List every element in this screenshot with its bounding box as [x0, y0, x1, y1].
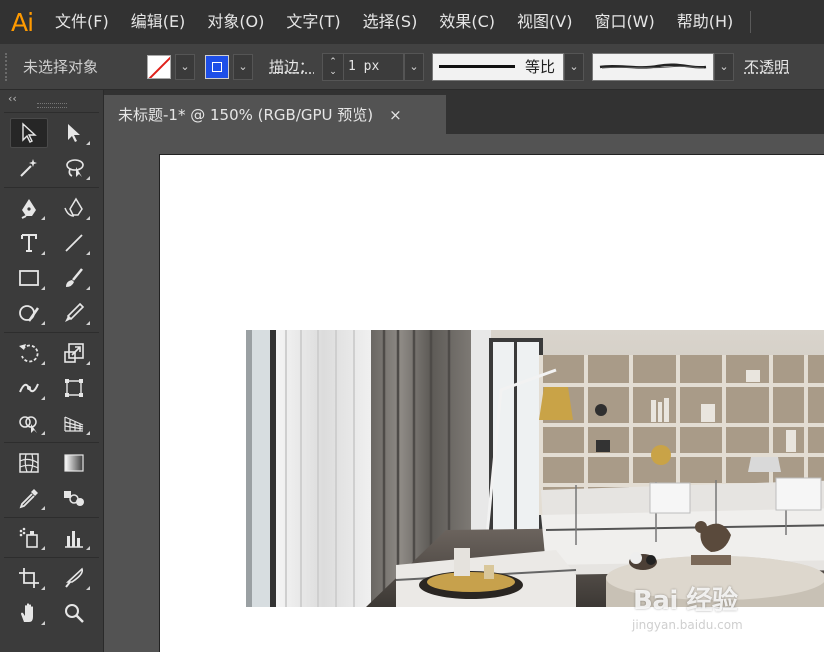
tools-panel: ‹‹	[0, 90, 104, 652]
symbol-sprayer-tool-icon[interactable]	[10, 523, 48, 553]
chevron-down-icon: ⌄	[569, 60, 579, 73]
control-bar-grip[interactable]	[5, 52, 13, 81]
selection-status: 未选择对象	[23, 58, 99, 76]
tool-divider	[4, 517, 99, 518]
menu-object[interactable]: 对象(O)	[196, 0, 275, 44]
tool-divider	[4, 332, 99, 333]
rectangle-tool-icon[interactable]	[10, 263, 48, 293]
shaper-tool-icon[interactable]	[10, 298, 48, 328]
menu-select[interactable]: 选择(S)	[352, 0, 429, 44]
hand-tool-icon[interactable]	[10, 598, 48, 628]
chevron-down-icon[interactable]: ⌄	[329, 67, 337, 77]
menu-view[interactable]: 视图(V)	[506, 0, 583, 44]
profile-preview-line	[439, 65, 516, 68]
chevron-down-icon: ⌄	[180, 60, 190, 73]
placed-living-room-image[interactable]	[246, 330, 824, 607]
baidu-watermark-logo: Bai 经验	[633, 586, 738, 616]
line-segment-tool-icon[interactable]	[55, 228, 93, 258]
collapse-panel-icon[interactable]: ‹‹	[8, 92, 17, 105]
profile-label: 等比	[525, 58, 556, 76]
shape-builder-tool-icon[interactable]	[10, 408, 48, 438]
tools-panel-header: ‹‹	[0, 90, 103, 110]
panel-grip[interactable]	[36, 103, 67, 108]
column-graph-tool-icon[interactable]	[55, 523, 93, 553]
selection-tool-icon[interactable]	[9, 117, 48, 148]
menu-divider	[750, 11, 752, 33]
tool-divider	[4, 442, 99, 443]
canvas-area[interactable]	[104, 134, 824, 652]
document-tab-bar: 未标题-1* @ 150% (RGB/GPU 预览) ×	[104, 90, 824, 134]
stroke-weight-dropdown[interactable]: ⌄	[404, 52, 425, 81]
magic-wand-tool-icon[interactable]	[10, 153, 48, 183]
chevron-down-icon: ⌄	[409, 60, 419, 73]
brush-stroke-preview	[599, 63, 707, 69]
slice-tool-icon[interactable]	[55, 563, 93, 593]
rotate-tool-icon[interactable]	[10, 338, 48, 368]
width-tool-icon[interactable]	[10, 373, 48, 403]
app-logo: Ai	[10, 7, 34, 37]
fill-dropdown-button[interactable]: ⌄	[175, 53, 195, 80]
scale-tool-icon[interactable]	[55, 338, 93, 368]
opacity-label[interactable]: 不透明	[744, 56, 789, 77]
chevron-down-icon: ⌄	[238, 60, 248, 73]
zoom-tool-icon[interactable]	[55, 598, 93, 628]
control-bar: 未选择对象 ⌄ ⌄ 描边： ⌃ ⌄ 1 px ⌄ 等比 ⌄ ⌄ 不透明	[0, 44, 824, 90]
tool-divider	[4, 187, 99, 188]
close-icon[interactable]: ×	[389, 106, 402, 124]
stroke-label[interactable]: 描边：	[269, 56, 314, 77]
eraser-tool-icon[interactable]	[55, 298, 93, 328]
document-tab-title[interactable]: 未标题-1* @ 150% (RGB/GPU 预览)	[118, 104, 373, 125]
chevron-up-icon[interactable]: ⌃	[329, 57, 337, 67]
fill-swatch[interactable]	[147, 54, 171, 79]
menu-edit[interactable]: 编辑(E)	[120, 0, 197, 44]
brush-definition[interactable]	[592, 52, 715, 81]
gradient-tool-icon[interactable]	[55, 448, 93, 478]
pen-tool-icon[interactable]	[10, 193, 48, 223]
tool-divider	[4, 557, 99, 558]
tab-document[interactable]: 未标题-1* @ 150% (RGB/GPU 预览) ×	[104, 95, 446, 134]
stroke-dropdown-button[interactable]: ⌄	[233, 53, 253, 80]
stroke-swatch[interactable]	[205, 54, 229, 79]
perspective-grid-tool-icon[interactable]	[55, 408, 93, 438]
eyedropper-tool-icon[interactable]	[10, 483, 48, 513]
paintbrush-tool-icon[interactable]	[55, 263, 93, 293]
menu-effect[interactable]: 效果(C)	[428, 0, 506, 44]
free-transform-tool-icon[interactable]	[55, 373, 93, 403]
menu-bar: Ai 文件(F) 编辑(E) 对象(O) 文字(T) 选择(S) 效果(C) 视…	[0, 0, 824, 44]
type-tool-icon[interactable]	[10, 228, 48, 258]
mesh-tool-icon[interactable]	[10, 448, 48, 478]
profile-dropdown[interactable]: ⌄	[564, 52, 585, 81]
curvature-tool-icon[interactable]	[55, 193, 93, 223]
baidu-watermark-url: jingyan.baidu.com	[632, 618, 743, 632]
brush-dropdown[interactable]: ⌄	[714, 52, 735, 81]
artboard-tool-icon[interactable]	[10, 563, 48, 593]
direct-selection-tool-icon[interactable]	[55, 118, 93, 148]
stroke-weight-stepper[interactable]: ⌃ ⌄	[322, 52, 345, 81]
variable-width-profile[interactable]: 等比	[432, 52, 565, 81]
stroke-weight-input[interactable]: 1 px	[344, 52, 405, 81]
menu-help[interactable]: 帮助(H)	[666, 0, 745, 44]
tool-divider	[4, 112, 99, 113]
lasso-tool-icon[interactable]	[55, 153, 93, 183]
menu-window[interactable]: 窗口(W)	[583, 0, 665, 44]
artboard[interactable]	[159, 154, 824, 652]
menu-file[interactable]: 文件(F)	[44, 0, 120, 44]
blend-tool-icon[interactable]	[55, 483, 93, 513]
chevron-down-icon: ⌄	[719, 60, 729, 73]
menu-type[interactable]: 文字(T)	[275, 0, 351, 44]
